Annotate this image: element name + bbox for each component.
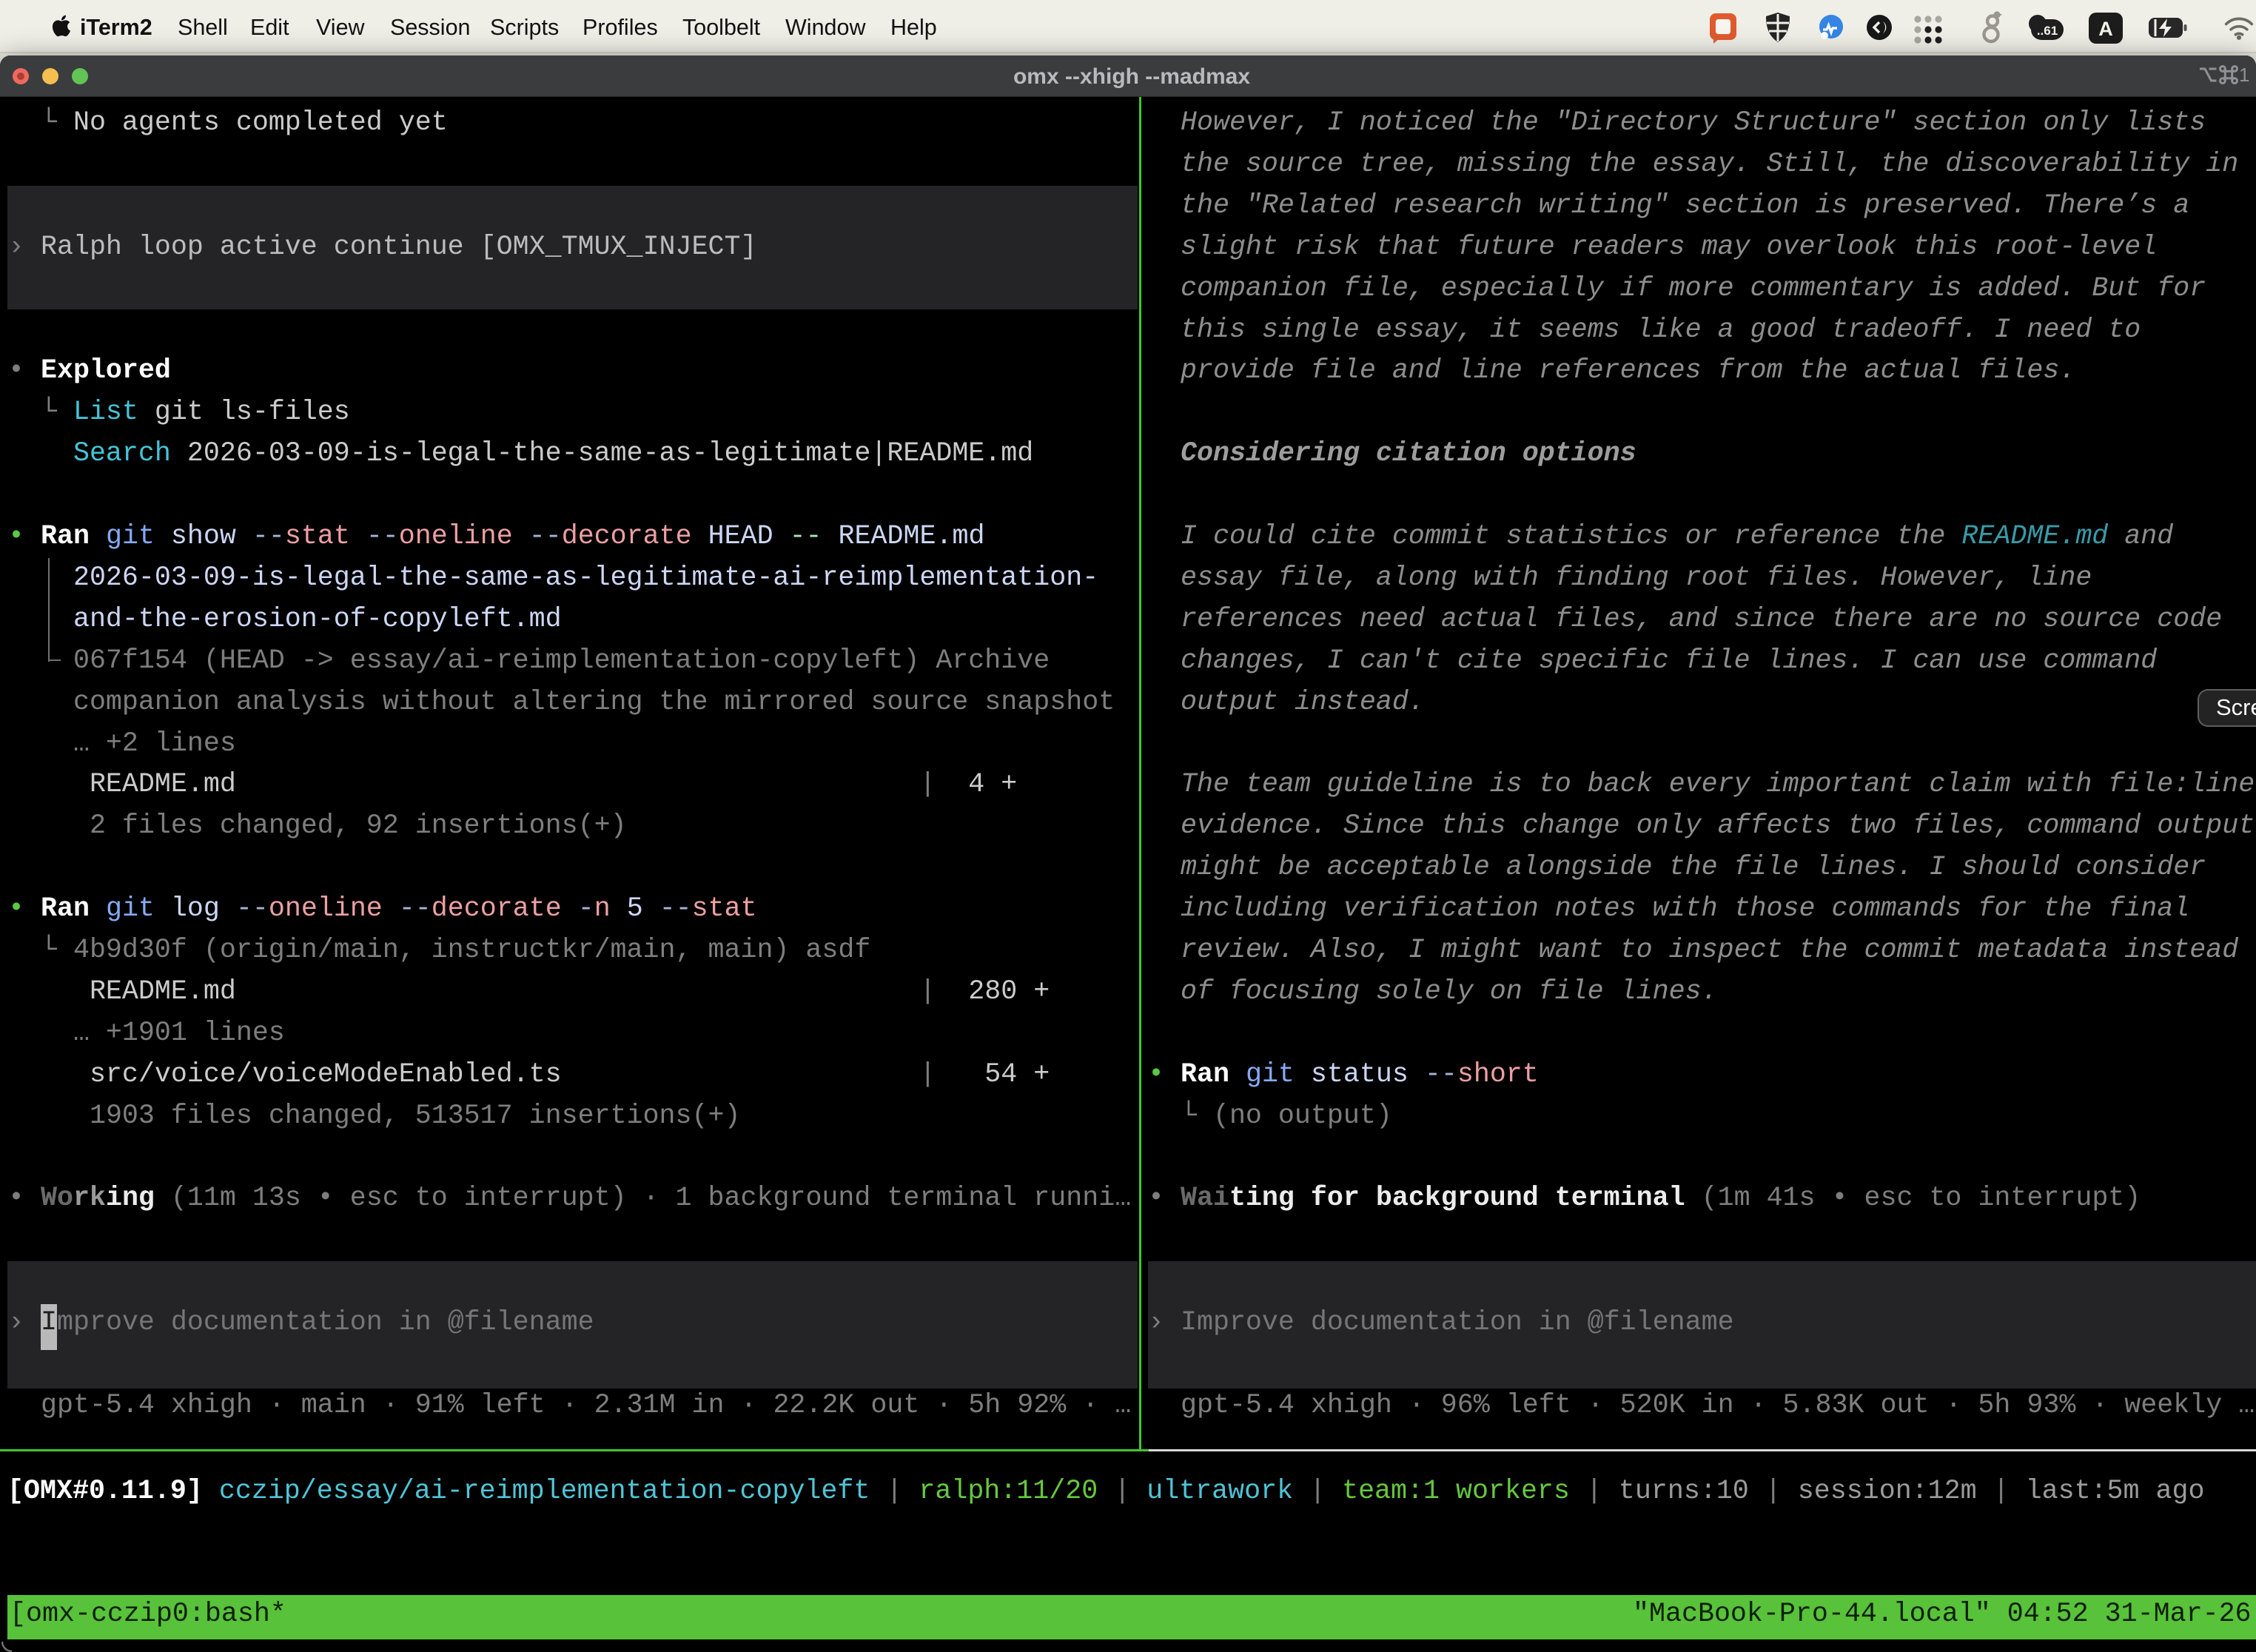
svg-text:..61: ..61: [2037, 24, 2058, 38]
svg-text:1: 1: [2239, 65, 2249, 84]
svg-text:A: A: [2098, 18, 2113, 40]
